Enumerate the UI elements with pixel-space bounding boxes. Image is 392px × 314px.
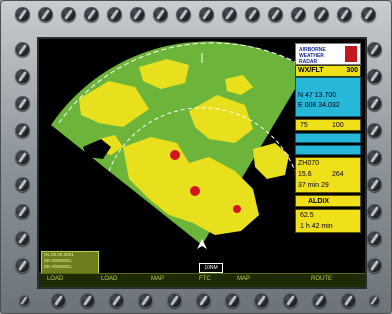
softkey-label-5[interactable]: MAP — [237, 276, 250, 282]
bezel-knob-bottom-7[interactable] — [225, 293, 240, 308]
bezel-knob-top-16[interactable] — [361, 7, 376, 22]
bezel-knob-top-5[interactable] — [107, 7, 122, 22]
logo-text: AIRBORNE WEATHER RADAR — [299, 47, 326, 65]
bezel-knob-bottom-11[interactable] — [341, 293, 356, 308]
bezel-knob-bottom-1[interactable] — [51, 293, 66, 308]
bezel-knob-top-4[interactable] — [84, 7, 99, 22]
bezel-knob-top-10[interactable] — [222, 7, 237, 22]
radar-display: OL 00.00.0001 SN 00000001 SN 00000001 10… — [39, 39, 365, 287]
bezel-knob-right-7[interactable] — [367, 204, 382, 219]
bezel-knob-bottom-0[interactable] — [19, 295, 30, 306]
bezel-knob-right-4[interactable] — [367, 123, 382, 138]
row-0-value-a: 75 — [300, 122, 308, 129]
bezel-knob-left-1[interactable] — [15, 42, 30, 57]
bezel-knob-bottom-4[interactable] — [138, 293, 153, 308]
bezel-knob-top-13[interactable] — [291, 7, 306, 22]
longitude-text: E 008 34.032 — [298, 102, 340, 109]
bezel-knob-right-2[interactable] — [367, 69, 382, 84]
range-tag: 10NM — [199, 263, 223, 273]
bezel-knob-left-2[interactable] — [15, 69, 30, 84]
route-block[interactable]: ZH070 15.6 264 37 min 29 — [295, 157, 361, 193]
row-0[interactable]: 75 100 — [295, 119, 361, 131]
bezel-knob-left-7[interactable] — [15, 204, 30, 219]
bezel-knob-right-1[interactable] — [367, 42, 382, 57]
bezel-knob-right-3[interactable] — [367, 96, 382, 111]
status-info-box: OL 00.00.0001 SN 00000001 SN 00000001 — [41, 251, 99, 275]
mode-bar[interactable]: WX/FLT 300 — [295, 65, 361, 77]
bezel-knob-bottom-5[interactable] — [167, 293, 182, 308]
right-data-panel: AIRBORNE WEATHER RADAR WX/FLT 300 N 47 1… — [295, 43, 361, 283]
mode-label: WX/FLT — [298, 67, 324, 74]
row-1[interactable] — [295, 133, 361, 143]
route-altitude: ZH070 — [298, 160, 320, 167]
waypoint-row[interactable]: ALDIX — [295, 195, 361, 207]
softkey-label-3[interactable]: MAP — [151, 276, 164, 282]
softkey-label-2[interactable]: LOAD — [101, 276, 117, 282]
position-block: N 47 13.700 E 008 34.032 — [295, 77, 361, 117]
bezel-knob-top-6[interactable] — [130, 7, 145, 22]
route-distance: 15.6 — [298, 171, 312, 178]
bezel-knob-bottom-3[interactable] — [109, 293, 124, 308]
bezel-knob-right-6[interactable] — [367, 177, 382, 192]
bezel-knob-left-8[interactable] — [15, 231, 30, 246]
mode-value: 300 — [346, 67, 358, 74]
softkey-label-1[interactable]: LOAD — [47, 276, 63, 282]
row-0-value-b: 100 — [332, 122, 344, 129]
flag-icon — [345, 46, 357, 62]
route-bearing: 264 — [332, 171, 344, 178]
eta-block[interactable]: 62.5 1 h 42 min — [295, 209, 361, 233]
bezel-knob-left-5[interactable] — [15, 150, 30, 165]
bezel-knob-left-6[interactable] — [15, 177, 30, 192]
bezel-knob-top-3[interactable] — [61, 7, 76, 22]
device-bezel: OL 00.00.0001 SN 00000001 SN 00000001 10… — [0, 0, 392, 314]
bezel-knob-right-8[interactable] — [367, 231, 382, 246]
bezel-knob-bottom-2[interactable] — [80, 293, 95, 308]
bezel-knob-top-1[interactable] — [15, 7, 30, 22]
bezel-knob-bottom-10[interactable] — [312, 293, 327, 308]
bezel-knob-bottom-9[interactable] — [283, 293, 298, 308]
bezel-knob-top-14[interactable] — [314, 7, 329, 22]
bezel-knob-top-15[interactable] — [337, 7, 352, 22]
bezel-knob-left-4[interactable] — [15, 123, 30, 138]
bezel-knob-right-9[interactable] — [367, 258, 382, 273]
softkey-label-4[interactable]: FTC — [199, 276, 211, 282]
logo-block: AIRBORNE WEATHER RADAR — [295, 43, 361, 65]
bezel-knob-top-9[interactable] — [199, 7, 214, 22]
bezel-knob-bottom-8[interactable] — [254, 293, 269, 308]
info-line-3: SN 00000001 — [44, 264, 72, 269]
waypoint-name: ALDIX — [308, 198, 329, 205]
bezel-knob-bottom-12[interactable] — [369, 295, 380, 306]
latitude-text: N 47 13.700 — [298, 92, 337, 99]
bezel-knob-bottom-6[interactable] — [196, 293, 211, 308]
bezel-knob-left-9[interactable] — [15, 258, 30, 273]
bezel-knob-top-8[interactable] — [176, 7, 191, 22]
bezel-knob-top-2[interactable] — [38, 7, 53, 22]
bezel-knob-top-12[interactable] — [268, 7, 283, 22]
route-time: 37 min 29 — [298, 182, 329, 189]
bezel-knob-left-3[interactable] — [15, 96, 30, 111]
bezel-knob-top-11[interactable] — [245, 7, 260, 22]
bezel-knob-top-7[interactable] — [153, 7, 168, 22]
bezel-knob-right-5[interactable] — [367, 150, 382, 165]
eta-distance: 62.5 — [300, 212, 314, 219]
eta-time: 1 h 42 min — [300, 223, 333, 230]
row-2[interactable] — [295, 145, 361, 155]
